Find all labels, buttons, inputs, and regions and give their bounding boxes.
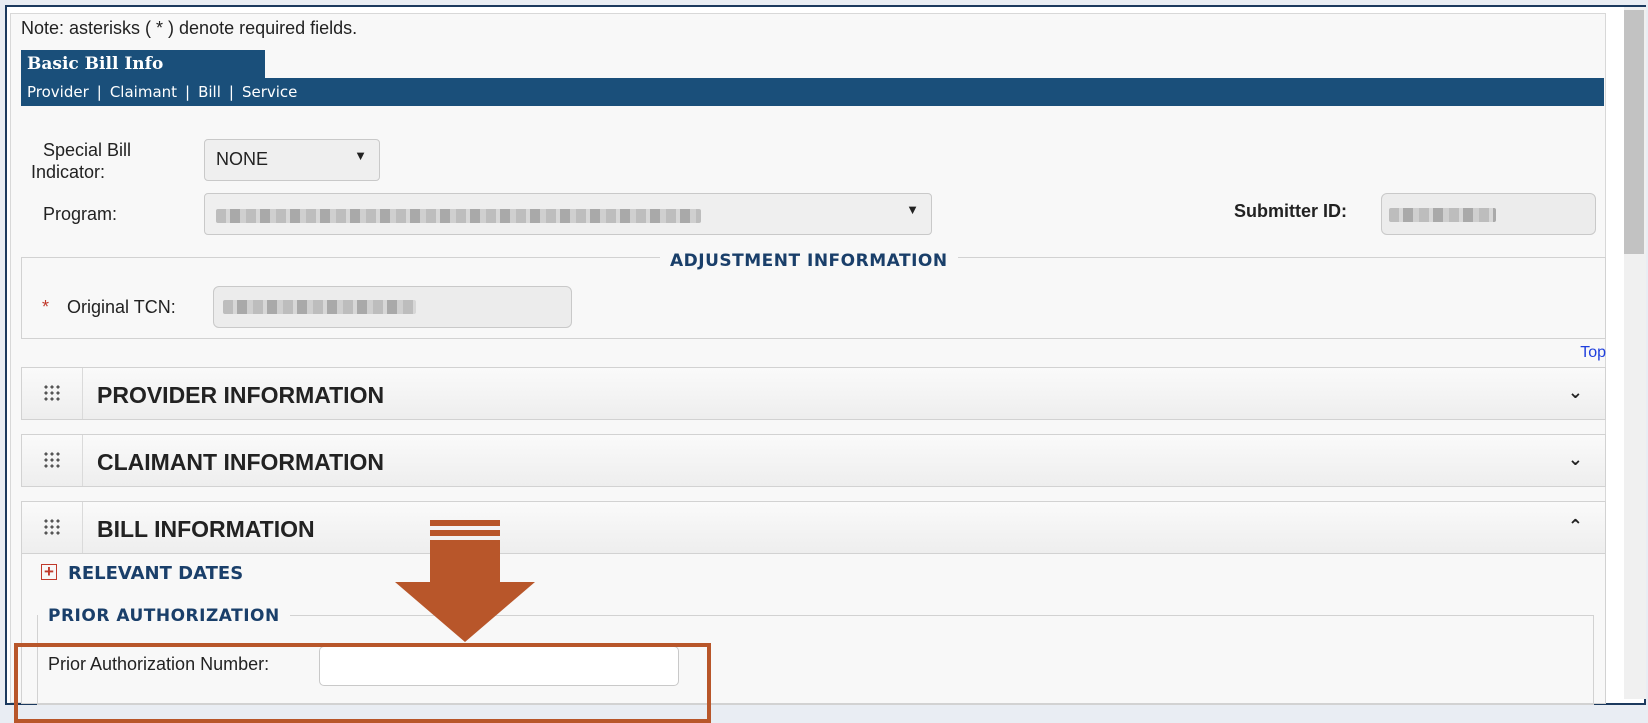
highlight-box xyxy=(14,643,711,723)
scrollbar-thumb[interactable] xyxy=(1624,10,1644,254)
adjustment-legend: ADJUSTMENT INFORMATION xyxy=(660,251,958,271)
required-asterisk: * xyxy=(42,297,50,317)
redacted-original-tcn xyxy=(223,300,416,314)
grid-icon xyxy=(43,451,61,469)
nav-separator: | xyxy=(185,83,191,101)
top-link[interactable]: Top xyxy=(1580,344,1606,362)
nav-link-service[interactable]: Service xyxy=(242,83,297,101)
program-select[interactable]: ▼ xyxy=(204,193,932,235)
original-tcn-label: Original TCN: xyxy=(67,297,176,317)
chevron-down-icon[interactable]: ⌄ xyxy=(1568,449,1583,470)
special-bill-indicator-select[interactable]: NONE ▼ xyxy=(204,139,380,181)
redacted-program-value xyxy=(216,209,701,223)
section-nav: Provider | Claimant | Bill | Service xyxy=(21,78,1604,106)
bill-information-section[interactable]: BILL INFORMATION ⌃ xyxy=(21,501,1606,554)
claimant-information-title: CLAIMANT INFORMATION xyxy=(97,449,385,475)
dropdown-arrow-icon: ▼ xyxy=(906,202,919,217)
provider-information-title: PROVIDER INFORMATION xyxy=(97,382,385,408)
special-bill-label-line2: Indicator: xyxy=(31,162,106,182)
special-bill-label-line1: Special Bill xyxy=(43,140,132,160)
required-note: Note: asterisks ( * ) denote required fi… xyxy=(21,18,358,38)
nav-separator: | xyxy=(96,83,102,101)
grid-icon xyxy=(43,384,61,402)
relevant-dates-toggle[interactable]: RELEVANT DATES xyxy=(68,563,243,584)
annotation-arrow-icon xyxy=(395,582,535,642)
submitter-id-field xyxy=(1381,193,1596,235)
header-divider xyxy=(82,368,83,419)
nav-link-bill[interactable]: Bill xyxy=(198,83,221,101)
redacted-submitter-id xyxy=(1389,208,1496,222)
chevron-down-icon[interactable]: ⌄ xyxy=(1568,382,1583,403)
bill-information-title: BILL INFORMATION xyxy=(97,516,315,542)
grid-icon xyxy=(43,518,61,536)
nav-link-provider[interactable]: Provider xyxy=(27,83,89,101)
plus-icon[interactable]: + xyxy=(41,563,57,580)
chevron-up-icon[interactable]: ⌃ xyxy=(1568,516,1583,537)
provider-information-section[interactable]: PROVIDER INFORMATION ⌄ xyxy=(21,367,1606,420)
special-bill-indicator-value: NONE xyxy=(216,149,269,169)
nav-separator: | xyxy=(228,83,234,101)
dropdown-arrow-icon: ▼ xyxy=(354,148,367,163)
program-label: Program: xyxy=(43,204,118,224)
nav-link-claimant[interactable]: Claimant xyxy=(110,83,177,101)
tab-basic-bill-info[interactable]: Basic Bill Info xyxy=(21,50,265,78)
header-divider xyxy=(82,502,83,553)
submitter-id-label: Submitter ID: xyxy=(1234,201,1348,221)
claimant-information-section[interactable]: CLAIMANT INFORMATION ⌄ xyxy=(21,434,1606,487)
annotation-arrow-shaft xyxy=(430,520,500,585)
prior-authorization-legend: PRIOR AUTHORIZATION xyxy=(38,606,290,626)
header-divider xyxy=(82,435,83,486)
original-tcn-field xyxy=(213,286,572,328)
